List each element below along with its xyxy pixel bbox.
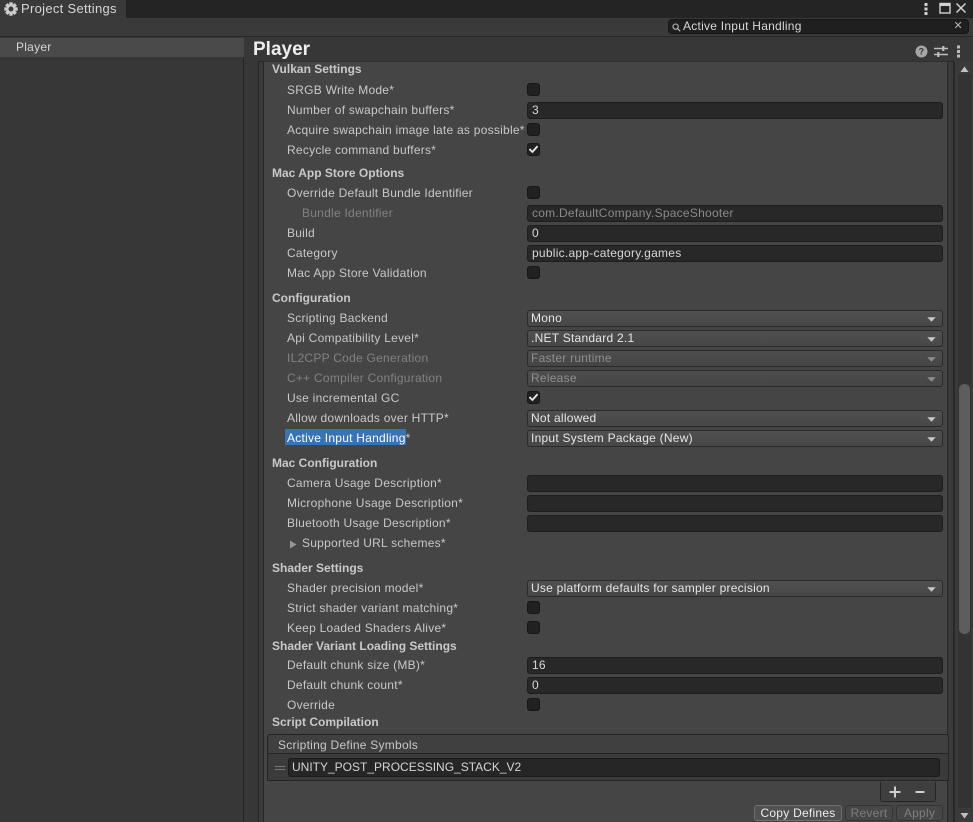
- svg-text:?: ?: [919, 47, 925, 57]
